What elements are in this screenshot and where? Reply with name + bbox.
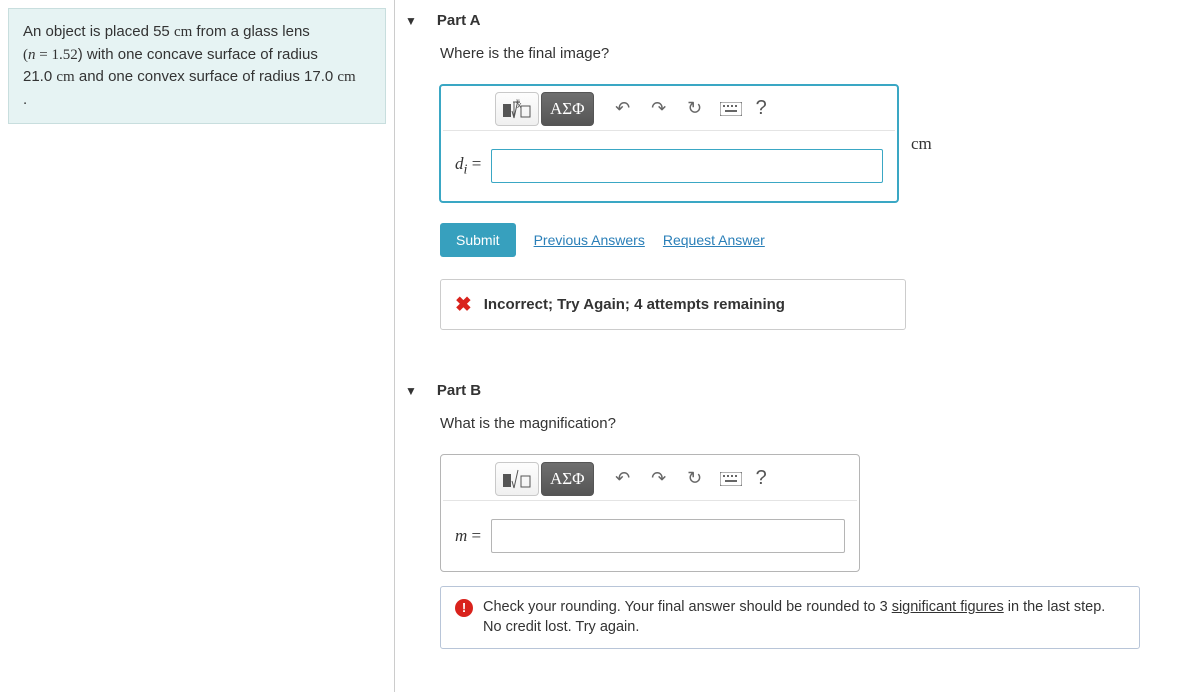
previous-answers-link[interactable]: Previous Answers (534, 232, 645, 248)
toolbar-b: ΑΣΦ ↶ ↷ ↻ ? (443, 457, 857, 501)
unit: cm (337, 69, 355, 85)
unit: cm (174, 24, 192, 40)
reset-icon[interactable]: ↻ (678, 468, 712, 489)
templates-button[interactable]: x □ (495, 92, 539, 126)
problem-text: ) with one concave surface of radius (78, 46, 318, 63)
feedback-text: Incorrect; Try Again; 4 attempts remaini… (484, 296, 785, 313)
problem-text: and one convex surface of radius 17.0 (75, 68, 338, 85)
problem-text: 21.0 (23, 68, 56, 85)
templates-icon: x □ (502, 98, 532, 120)
unit: cm (56, 69, 74, 85)
keyboard-icon[interactable] (714, 472, 748, 486)
n-value: = 1.52 (36, 47, 78, 63)
problem-statement: An object is placed 55 cm from a glass l… (8, 8, 386, 124)
sig-figures-link[interactable]: significant figures (892, 599, 1004, 615)
reset-icon[interactable]: ↻ (678, 98, 712, 119)
request-answer-link[interactable]: Request Answer (663, 232, 765, 248)
feedback-text: Check your rounding. Your final answer s… (483, 597, 1125, 638)
error-icon: ✖ (455, 292, 472, 317)
answer-input-b[interactable] (491, 519, 845, 553)
period: . (23, 91, 27, 108)
answer-input-a[interactable] (491, 149, 883, 183)
undo-icon[interactable]: ↶ (606, 98, 640, 119)
answer-box-a: x □ ΑΣΦ ↶ ↷ ↻ (439, 84, 899, 203)
hint-button[interactable]: ? (750, 467, 773, 490)
problem-text: from a glass lens (192, 23, 310, 40)
chevron-down-icon: ▼ (405, 14, 417, 28)
toolbar-a: x □ ΑΣΦ ↶ ↷ ↻ (443, 87, 895, 131)
greek-button[interactable]: ΑΣΦ (541, 92, 594, 126)
templates-button[interactable] (495, 462, 539, 496)
redo-icon[interactable]: ↷ (642, 98, 676, 119)
part-a-title: Part A (437, 12, 481, 29)
part-b-title: Part B (437, 382, 481, 399)
unit-label: cm (911, 134, 932, 154)
greek-button[interactable]: ΑΣΦ (541, 462, 594, 496)
undo-icon[interactable]: ↶ (606, 468, 640, 489)
warning-icon: ! (455, 599, 473, 617)
part-a-header[interactable]: ▼ Part A (395, 0, 1200, 39)
templates-icon (502, 468, 532, 490)
part-a-question: Where is the final image? (440, 45, 1200, 62)
part-a: ▼ Part A Where is the final image? x □ (395, 0, 1200, 330)
part-b: ▼ Part B What is the magnification? (395, 370, 1200, 649)
chevron-down-icon: ▼ (405, 384, 417, 398)
feedback-a: ✖ Incorrect; Try Again; 4 attempts remai… (440, 279, 906, 330)
problem-text: An object is placed 55 (23, 23, 174, 40)
variable-label: m = (455, 526, 481, 546)
keyboard-icon[interactable] (714, 102, 748, 116)
part-b-question: What is the magnification? (440, 415, 1200, 432)
part-b-header[interactable]: ▼ Part B (395, 370, 1200, 409)
answer-box-b: ΑΣΦ ↶ ↷ ↻ ? m = (440, 454, 860, 572)
hint-button[interactable]: ? (750, 97, 773, 120)
n-equals: n (28, 47, 36, 63)
feedback-b: ! Check your rounding. Your final answer… (440, 586, 1140, 649)
redo-icon[interactable]: ↷ (642, 468, 676, 489)
submit-button-a[interactable]: Submit (440, 223, 516, 257)
variable-label: di = (455, 154, 481, 178)
